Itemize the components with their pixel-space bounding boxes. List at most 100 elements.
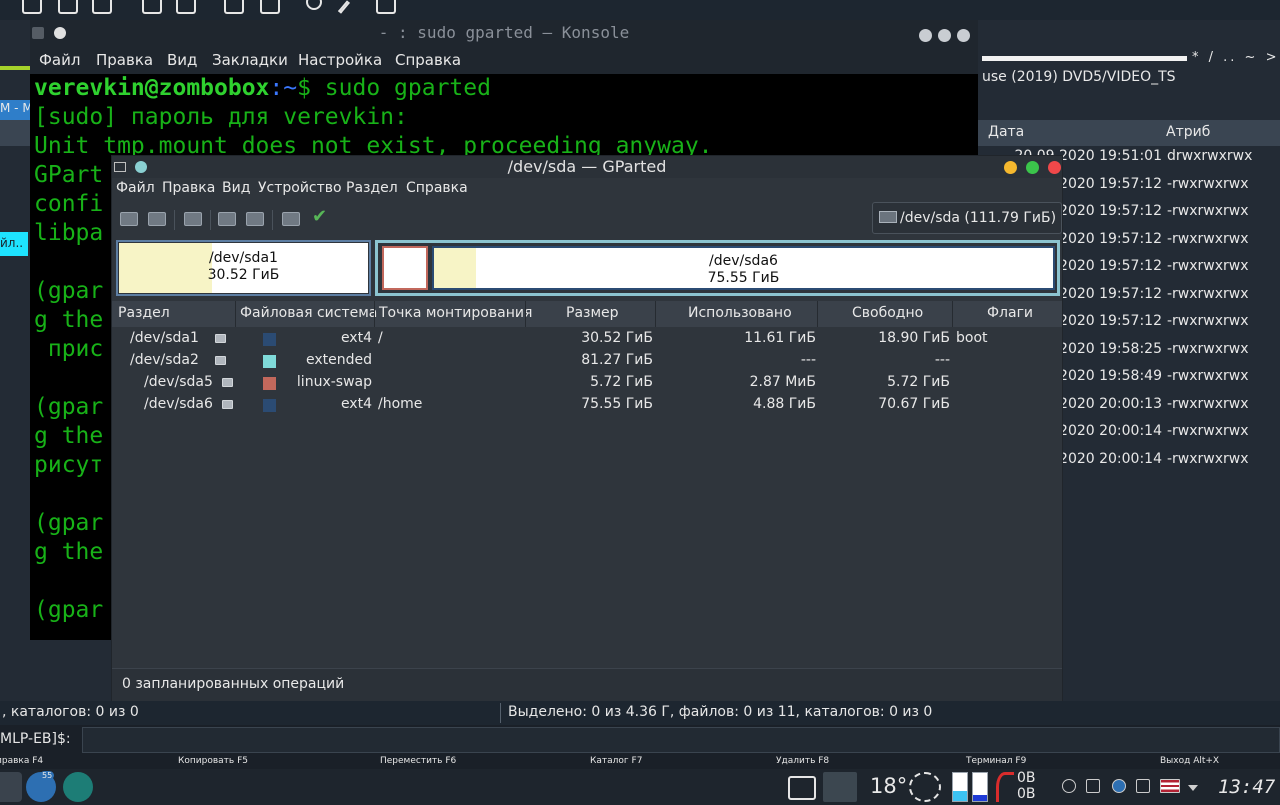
notifications-icon[interactable]	[1112, 779, 1126, 793]
partition-flags: boot	[956, 330, 988, 346]
function-key[interactable]: Выход Alt+X	[1160, 756, 1219, 766]
device-selector[interactable]: /dev/sda (111.79 ГиБ)	[872, 202, 1062, 234]
column-header[interactable]: Точка монтирования	[379, 305, 532, 321]
pending-operations: 0 запланированных операций	[122, 676, 345, 692]
partition-name: /dev/sda1	[130, 330, 199, 346]
minimize-button[interactable]	[919, 29, 932, 42]
network-up: 0B	[1017, 770, 1036, 786]
filesystem-type: extended	[305, 352, 372, 368]
map-partition-sda6[interactable]: /dev/sda6 75.55 ГиБ	[432, 246, 1055, 290]
delete-partition-icon[interactable]	[148, 212, 166, 226]
maximize-button[interactable]	[1026, 161, 1039, 174]
file-attributes: drwxrwxrwx	[1167, 148, 1253, 164]
table-icon[interactable]	[176, 0, 196, 14]
column-header[interactable]: Свободно	[852, 305, 923, 321]
close-button[interactable]	[957, 29, 970, 42]
gparted-menu-item[interactable]: Вид	[222, 180, 250, 196]
gparted-menu-item[interactable]: Устройство	[258, 180, 342, 196]
gparted-status-bar: 0 запланированных операций	[112, 668, 1062, 701]
gparted-menu-item[interactable]: Правка	[162, 180, 215, 196]
app-launcher-icon[interactable]	[63, 772, 93, 802]
konsole-menu-item[interactable]: Настройка	[298, 51, 382, 69]
document-icon[interactable]	[142, 0, 162, 14]
close-button[interactable]	[1048, 161, 1061, 174]
gparted-menu-item[interactable]: Файл	[116, 180, 155, 196]
left-panel-selected-item[interactable]: йл..	[0, 232, 28, 256]
terminal-line: (gpar	[34, 510, 104, 536]
column-header[interactable]: Размер	[566, 305, 619, 321]
function-key[interactable]: Терминал F9	[966, 756, 1026, 766]
copy-icon[interactable]	[22, 0, 42, 14]
undo-icon[interactable]	[282, 212, 300, 226]
apply-check-icon[interactable]: ✔	[312, 206, 327, 227]
mounted-key-icon	[215, 334, 226, 343]
partition-row[interactable]: /dev/sda5 linux-swap 5.72 ГиБ 2.87 МиБ 5.72 …	[112, 372, 1062, 394]
leaf-icon[interactable]	[1086, 779, 1100, 793]
function-key[interactable]: Переместить F6	[380, 756, 456, 766]
map-sda6-name: /dev/sda6	[709, 253, 778, 269]
mounted-key-icon	[222, 400, 233, 409]
gparted-menu-item[interactable]: Раздел	[346, 180, 398, 196]
us-flag-icon[interactable]	[1160, 779, 1180, 793]
copy-partition-icon[interactable]	[218, 212, 236, 226]
command-prompt: MLP-EB]$:	[0, 731, 71, 747]
filemanager-toolbar	[0, 0, 1280, 20]
left-panel-tab-label: M - M	[0, 101, 33, 115]
maximize-button[interactable]	[938, 29, 951, 42]
upload-icon[interactable]	[260, 0, 280, 14]
taskbar-app-icon[interactable]	[0, 772, 22, 802]
gparted-menu-item[interactable]: Справка	[406, 180, 468, 196]
filesystem-color-swatch	[263, 355, 276, 368]
file-attributes: -rwxrwxrwx	[1167, 285, 1249, 302]
partition-free: ---	[934, 352, 950, 368]
partition-row[interactable]: /dev/sda6 ext4/home 75.55 ГиБ 4.88 ГиБ 70.67…	[112, 394, 1062, 416]
resize-partition-icon[interactable]	[184, 212, 202, 226]
column-header[interactable]: Файловая система	[240, 305, 377, 321]
gparted-titlebar: /dev/sda — GParted	[112, 156, 1062, 178]
column-header[interactable]: Флаги	[987, 305, 1033, 321]
download-icon[interactable]	[224, 0, 244, 14]
partition-used: ---	[800, 352, 816, 368]
map-partition-sda5[interactable]	[382, 246, 428, 290]
column-date[interactable]: Дата	[988, 124, 1024, 140]
file-icon[interactable]	[58, 0, 78, 14]
function-key[interactable]: правка F4	[0, 756, 43, 766]
volume-icon[interactable]	[1136, 779, 1150, 793]
path-nav-marks[interactable]: * / .. ~ >	[1192, 50, 1279, 65]
grid-icon[interactable]	[92, 0, 112, 14]
weather-temperature[interactable]: 18°	[870, 774, 907, 798]
partition-free: 18.90 ГиБ	[878, 330, 950, 346]
tray-expand-icon[interactable]	[1188, 785, 1198, 791]
function-key[interactable]: Удалить F8	[776, 756, 829, 766]
map-partition-extended[interactable]: /dev/sda6 75.55 ГиБ	[375, 240, 1060, 296]
column-header[interactable]: Использовано	[688, 305, 792, 321]
file-attributes: -rwxrwxrwx	[1167, 423, 1249, 439]
function-keys-bar: правка F4 Копировать F5 Переместить F6 Ката…	[0, 755, 1280, 769]
minimize-button[interactable]	[1004, 161, 1017, 174]
radio-icon[interactable]	[788, 776, 816, 800]
konsole-menu-item[interactable]: Вид	[167, 51, 197, 69]
column-attributes[interactable]: Атриб	[1166, 124, 1210, 140]
tool-icon[interactable]	[376, 0, 396, 14]
konsole-menu-item[interactable]: Правка	[96, 51, 153, 69]
konsole-menu-item[interactable]: Закладки	[212, 51, 288, 69]
weather-icon[interactable]	[909, 772, 941, 802]
clock[interactable]: 13:47	[1218, 776, 1275, 798]
map-sda1-size: 30.52 ГиБ	[207, 267, 280, 283]
media-pause-icon[interactable]	[1062, 779, 1076, 793]
function-key[interactable]: Каталог F7	[590, 756, 642, 766]
partition-row[interactable]: /dev/sda1 ext4 / 30.52 ГиБ 11.61 ГиБ 18.90 Ги…	[112, 328, 1062, 350]
partition-row[interactable]: /dev/sda2 extended 81.27 ГиБ --- ---	[112, 350, 1062, 372]
map-partition-sda1[interactable]: /dev/sda1 30.52 ГиБ	[116, 240, 371, 296]
konsole-menu-item[interactable]: Файл	[39, 51, 80, 69]
search-icon[interactable]	[306, 0, 322, 10]
command-input[interactable]	[82, 727, 1280, 753]
column-header[interactable]: Раздел	[118, 305, 170, 321]
new-partition-icon[interactable]	[120, 212, 138, 226]
function-key[interactable]: Копировать F5	[178, 756, 248, 766]
konsole-menu-item[interactable]: Справка	[395, 51, 461, 69]
edit-icon[interactable]	[337, 0, 351, 14]
paste-partition-icon[interactable]	[246, 212, 264, 226]
partition-used: 2.87 МиБ	[749, 374, 816, 390]
network-icon[interactable]	[996, 772, 1014, 802]
